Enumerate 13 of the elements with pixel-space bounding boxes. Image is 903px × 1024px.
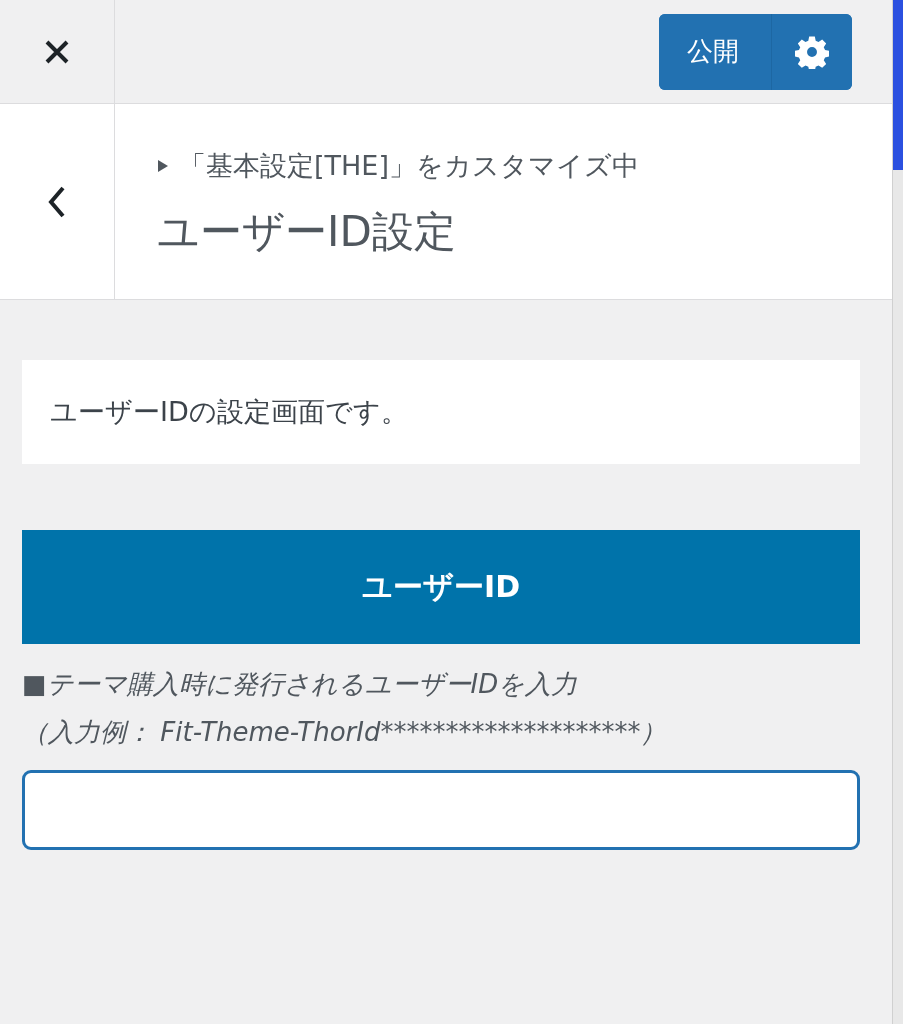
publish-button[interactable]: 公開 bbox=[659, 13, 772, 90]
settings-icon bbox=[795, 34, 829, 69]
scrollbar[interactable] bbox=[892, 0, 903, 1024]
description-text: ユーザーIDの設定画面です。 bbox=[50, 395, 408, 429]
section-title: ユーザーID設定 bbox=[157, 206, 457, 258]
control-heading: ユーザーID bbox=[22, 530, 860, 644]
breadcrumb-text: 「基本設定[THE]」をカスタマイズ中 bbox=[179, 149, 639, 183]
close-icon bbox=[44, 38, 70, 65]
hint-text: ■テーマ購入時に発行されるユーザーIDを入力 bbox=[22, 668, 579, 701]
scrollbar-thumb[interactable] bbox=[893, 0, 903, 170]
triangle-icon bbox=[157, 159, 169, 173]
input-field[interactable] bbox=[22, 770, 860, 850]
hint-text: （入力例： Fit-Theme-ThorId********************） bbox=[22, 716, 668, 749]
